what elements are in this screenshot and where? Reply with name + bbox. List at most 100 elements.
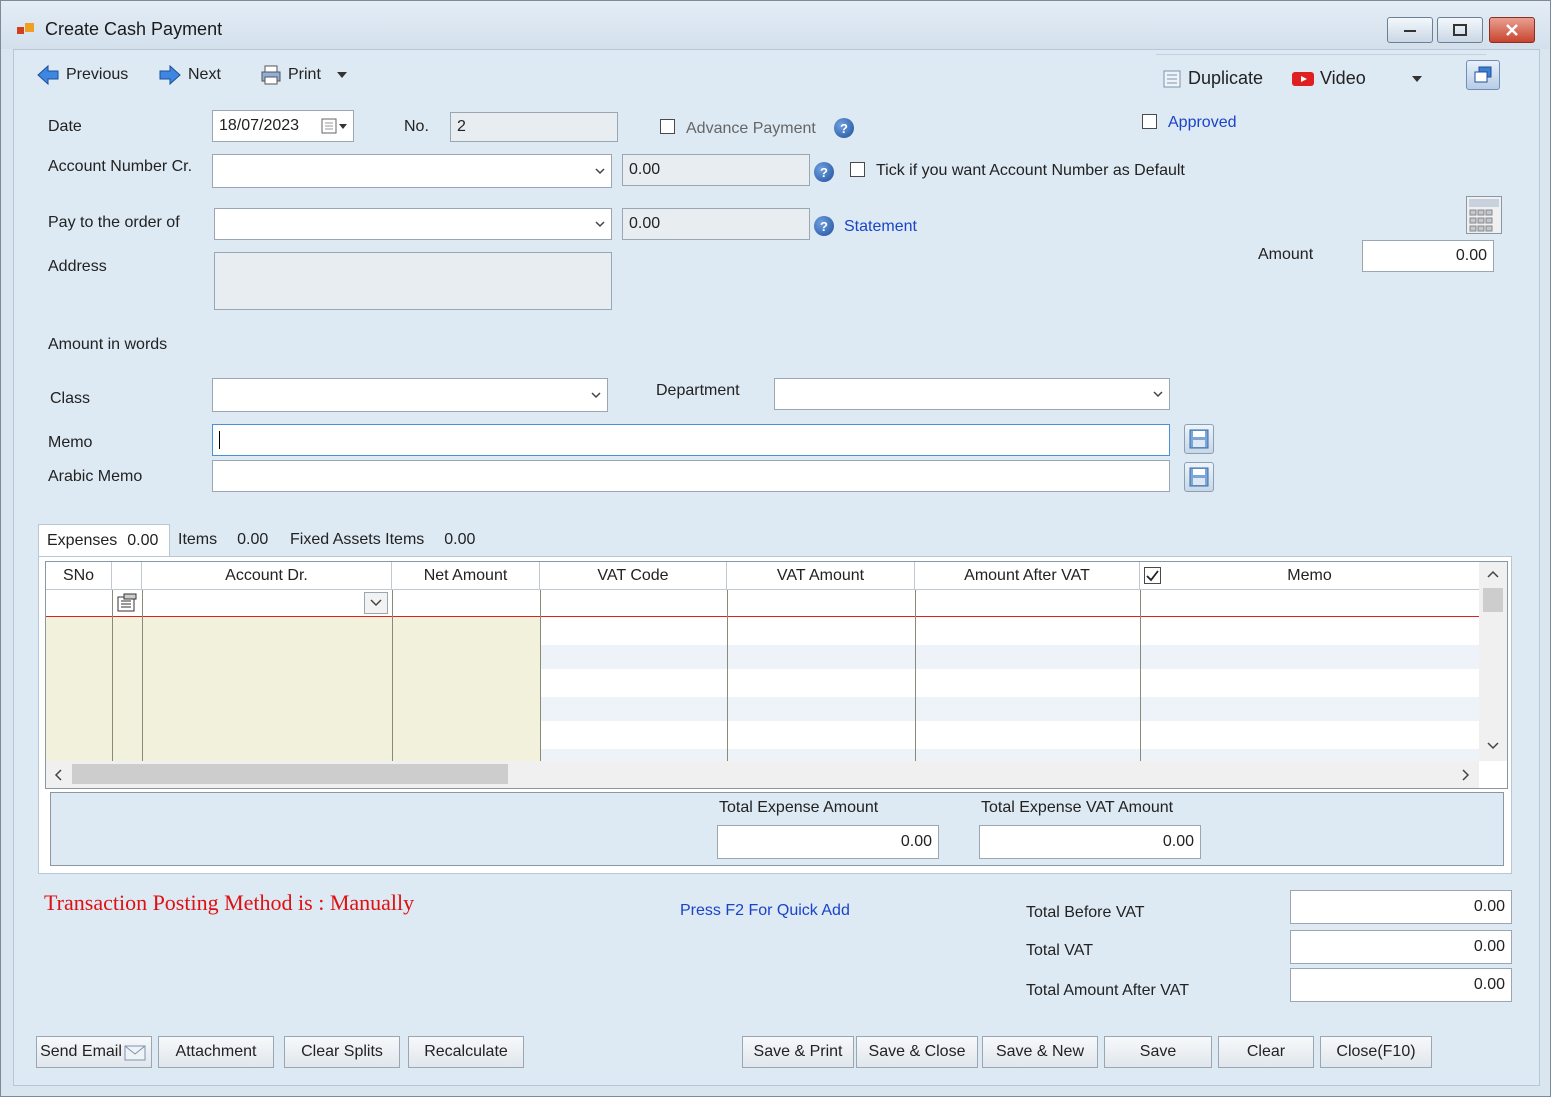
approved-checkbox[interactable]	[1142, 114, 1157, 129]
column-line	[727, 590, 728, 761]
address-label: Address	[48, 258, 107, 275]
print-button[interactable]: Print	[260, 64, 349, 86]
header-divider	[46, 589, 1479, 590]
chevron-right-icon[interactable]	[1462, 769, 1470, 781]
previous-button[interactable]: Previous	[36, 64, 128, 86]
column-header-vat-code[interactable]: VAT Code	[540, 562, 727, 589]
grid-striped-row	[540, 697, 1479, 721]
recalculate-button[interactable]: Recalculate	[408, 1036, 524, 1068]
total-after-vat-field: 0.00	[1290, 968, 1512, 1002]
chevron-down-icon	[1153, 391, 1163, 398]
account-cr-select[interactable]	[212, 154, 612, 188]
grid-striped-row	[540, 749, 1479, 761]
column-header-amount-after-vat[interactable]: Amount After VAT	[915, 562, 1140, 589]
chevron-down-icon	[595, 168, 605, 175]
calculator-icon	[1469, 199, 1499, 232]
arrow-left-icon	[37, 64, 59, 86]
vertical-scrollbar[interactable]	[1479, 562, 1507, 761]
save-close-button[interactable]: Save & Close	[856, 1036, 978, 1068]
class-label: Class	[50, 390, 91, 407]
expenses-grid[interactable]: SNo Account Dr. Net Amount VAT Code VAT …	[45, 561, 1508, 789]
duplicate-button[interactable]: Duplicate	[1162, 68, 1263, 89]
amount-field[interactable]: 0.00	[1362, 240, 1494, 272]
total-expense-vat-field: 0.00	[979, 825, 1201, 859]
number-field[interactable]: 2	[450, 112, 618, 142]
restore-view-button[interactable]	[1466, 60, 1500, 90]
help-icon[interactable]: ?	[834, 118, 854, 138]
tab-expenses[interactable]: Expenses 0.00	[38, 524, 170, 556]
approved-label: Approved	[1168, 114, 1237, 131]
window-restore-icon	[1474, 66, 1492, 83]
minimize-button[interactable]	[1387, 17, 1433, 43]
chevron-down-icon[interactable]	[1487, 742, 1499, 750]
column-header-sno[interactable]: SNo	[46, 562, 112, 589]
column-line	[142, 590, 143, 761]
department-select[interactable]	[774, 378, 1170, 410]
save-button[interactable]: Save	[1104, 1036, 1212, 1068]
tab-items[interactable]: Items 0.00	[170, 524, 282, 556]
grid-striped-row	[540, 645, 1479, 669]
horizontal-scroll-thumb[interactable]	[72, 764, 508, 784]
send-email-button[interactable]: Send Email	[36, 1036, 152, 1068]
memo-save-button[interactable]	[1184, 424, 1214, 454]
clear-button[interactable]: Clear	[1218, 1036, 1314, 1068]
column-line	[392, 590, 393, 761]
next-button[interactable]: Next	[158, 64, 221, 86]
minimize-icon	[1404, 30, 1416, 32]
column-line	[540, 590, 541, 761]
column-header-vat-amount[interactable]: VAT Amount	[727, 562, 915, 589]
help-icon[interactable]: ?	[814, 216, 834, 236]
date-picker[interactable]: 18/07/2023	[212, 110, 354, 142]
title-bar: Create Cash Payment	[1, 1, 1550, 49]
total-expense-vat-label: Total Expense VAT Amount	[981, 799, 1174, 816]
arabic-memo-save-button[interactable]	[1184, 462, 1214, 492]
column-header-memo[interactable]: Memo	[1140, 562, 1479, 589]
app-icon	[17, 23, 34, 34]
close-f10-button[interactable]: Close(F10)	[1320, 1036, 1432, 1068]
amount-label: Amount	[1258, 246, 1314, 263]
account-cr-label: Account Number Cr.	[48, 158, 193, 175]
save-new-button[interactable]: Save & New	[982, 1036, 1098, 1068]
help-icon[interactable]: ?	[814, 162, 834, 182]
total-expense-label: Total Expense Amount	[719, 799, 879, 816]
account-dropdown-button[interactable]	[364, 592, 388, 614]
arabic-memo-label: Arabic Memo	[48, 468, 143, 485]
total-after-vat-label: Total Amount After VAT	[1026, 982, 1190, 999]
maximize-icon	[1453, 24, 1467, 36]
default-account-checkbox[interactable]	[850, 162, 865, 177]
video-dropdown-icon[interactable]	[1410, 74, 1424, 84]
grid-tinted-area	[46, 617, 540, 761]
horizontal-scrollbar[interactable]	[46, 761, 1479, 788]
arabic-memo-input[interactable]	[212, 460, 1170, 492]
account-cr-balance: 0.00	[622, 154, 810, 186]
column-header-account-dr[interactable]: Account Dr.	[142, 562, 392, 589]
statement-link[interactable]: Statement	[844, 218, 917, 236]
class-select[interactable]	[212, 378, 608, 412]
cash-payment-window: Create Cash Payment Previous Next Print	[0, 0, 1551, 1097]
column-line	[112, 590, 113, 761]
video-button[interactable]: Video	[1292, 68, 1366, 89]
video-icon	[1292, 71, 1314, 86]
chevron-left-icon[interactable]	[54, 769, 62, 781]
save-print-button[interactable]: Save & Print	[742, 1036, 854, 1068]
select-all-checkbox[interactable]	[1144, 567, 1161, 584]
memo-input[interactable]	[212, 424, 1170, 456]
close-window-button[interactable]	[1489, 17, 1535, 43]
window-title: Create Cash Payment	[45, 19, 223, 39]
maximize-button[interactable]	[1437, 17, 1483, 43]
tab-fixed-assets[interactable]: Fixed Assets Items 0.00	[282, 524, 490, 556]
calculator-button[interactable]	[1466, 196, 1502, 234]
total-expense-field: 0.00	[717, 825, 939, 859]
text-cursor	[219, 431, 220, 449]
clear-splits-button[interactable]: Clear Splits	[284, 1036, 400, 1068]
vertical-scroll-thumb[interactable]	[1483, 588, 1503, 612]
total-vat-field: 0.00	[1290, 930, 1512, 964]
attachment-button[interactable]: Attachment	[158, 1036, 274, 1068]
column-header-net-amount[interactable]: Net Amount	[392, 562, 540, 589]
chevron-up-icon[interactable]	[1487, 570, 1499, 578]
pay-to-select[interactable]	[214, 208, 612, 240]
advance-payment-checkbox[interactable]	[660, 119, 675, 134]
calendar-dropdown-icon	[321, 118, 347, 134]
address-field[interactable]	[214, 252, 612, 310]
total-before-vat-field: 0.00	[1290, 890, 1512, 924]
